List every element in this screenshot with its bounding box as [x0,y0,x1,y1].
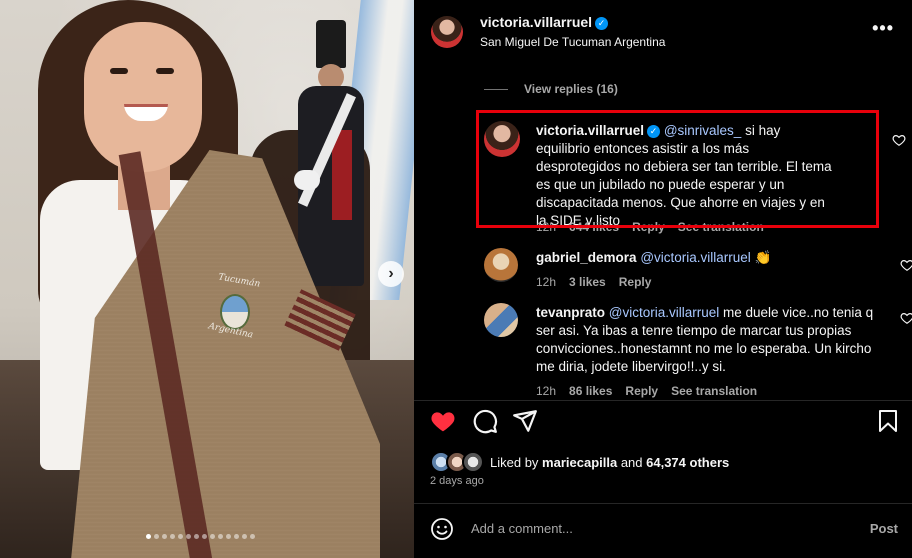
comment-bubble-icon[interactable] [472,408,498,434]
comment-body: si hay equilibrio entonces asistir a los… [536,123,832,228]
verified-badge-icon: ✓ [595,17,609,30]
comment-like-heart-icon[interactable] [900,311,912,325]
comment-like-heart-icon[interactable] [892,133,906,147]
comment-text: victoria.villarruel ✓ @sinrivales_ si hay… [536,122,836,230]
woman-face [84,22,202,172]
carousel-dot [162,534,167,539]
comment-avatar[interactable] [484,248,518,282]
carousel-dot [210,534,215,539]
comment-mention[interactable]: @victoria.villarruel [640,250,750,265]
comment-meta: 12h 86 likes Reply See translation [536,384,757,398]
carousel-dot [250,534,255,539]
comment-mention[interactable]: @sinrivales_ [664,123,741,138]
likes-text: Liked by mariecapilla and 64,374 others [490,455,729,470]
comment-age: 12h [536,384,557,398]
comment-text: gabriel_demora @victoria.villarruel 👏 [536,249,856,267]
liker-username[interactable]: mariecapilla [542,455,617,470]
action-bar [430,408,900,438]
comment-avatar[interactable] [484,303,518,337]
more-options-icon[interactable]: ••• [872,18,894,39]
post-location[interactable]: San Miguel De Tucuman Argentina [480,35,665,49]
comment-like-heart-icon[interactable] [900,258,912,272]
post-comment-button[interactable]: Post [870,521,898,536]
share-send-icon[interactable] [512,408,538,434]
author-avatar[interactable] [431,16,463,48]
chevron-right-icon: › [388,265,394,282]
likes-count[interactable]: 64,374 others [646,455,729,470]
divider [414,400,912,401]
replies-line [484,88,508,90]
eye [156,68,174,74]
carousel-dot [154,534,159,539]
comment-meta: 12h 3 likes Reply [536,275,651,289]
divider [414,503,912,504]
carousel-dot [218,534,223,539]
emblem-text-top: Tucumán [217,272,261,290]
carousel-dot [186,534,191,539]
carousel-dot [242,534,247,539]
likes-prefix: Liked by [490,454,543,470]
post-photo[interactable]: Tucumán Argentina › [0,0,414,558]
carousel-dot [178,534,183,539]
comment-username[interactable]: gabriel_demora [536,250,637,265]
comment-text: tevanprato @victoria.villarruel me duele… [536,304,876,376]
comment-likes[interactable]: 3 likes [569,275,606,289]
view-replies-button[interactable]: View replies (16) [484,82,618,96]
emoji-icon[interactable] [430,517,454,541]
like-heart-icon[interactable] [430,408,456,434]
reply-button[interactable]: Reply [632,220,665,234]
carousel-dot [226,534,231,539]
add-comment-bar: Add a comment... Post [414,505,912,555]
see-translation-button[interactable]: See translation [678,220,764,234]
post-panel: victoria.villarruel ✓ San Miguel De Tucum… [414,0,912,558]
comment-body: 👏 [750,250,772,265]
author-username[interactable]: victoria.villarruel [480,14,592,30]
save-bookmark-icon[interactable] [876,408,900,434]
reply-button[interactable]: Reply [619,275,652,289]
liker-avatar [462,451,484,473]
post-header: victoria.villarruel ✓ San Miguel De Tucum… [414,0,912,60]
comment-username[interactable]: victoria.villarruel [536,123,644,138]
comment-avatar[interactable] [484,121,520,157]
likes-and: and [617,454,647,470]
comment-username[interactable]: tevanprato [536,305,605,320]
comment-likes[interactable]: 86 likes [569,384,612,398]
next-image-button[interactable]: › [378,261,404,287]
post-date[interactable]: 2 days ago [430,475,484,487]
carousel-dots [146,534,255,539]
reply-button[interactable]: Reply [625,384,658,398]
likes-summary[interactable]: Liked by mariecapilla and 64,374 others [430,451,729,473]
carousel-dot [194,534,199,539]
carousel-dot [202,534,207,539]
view-replies-label: View replies (16) [524,82,618,96]
comment-mention[interactable]: @victoria.villarruel [609,305,719,320]
comment-meta: 12h 644 likes Reply See translation [536,220,764,234]
comment-age: 12h [536,275,557,289]
carousel-dot [234,534,239,539]
carousel-dot [146,534,151,539]
comment-input[interactable]: Add a comment... [471,521,573,536]
comment-likes[interactable]: 644 likes [569,220,619,234]
tucuman-emblem: Tucumán Argentina [207,272,261,340]
see-translation-button[interactable]: See translation [671,384,757,398]
eye [110,68,128,74]
comment-age: 12h [536,220,557,234]
verified-badge-icon: ✓ [647,125,661,138]
carousel-dot [170,534,175,539]
